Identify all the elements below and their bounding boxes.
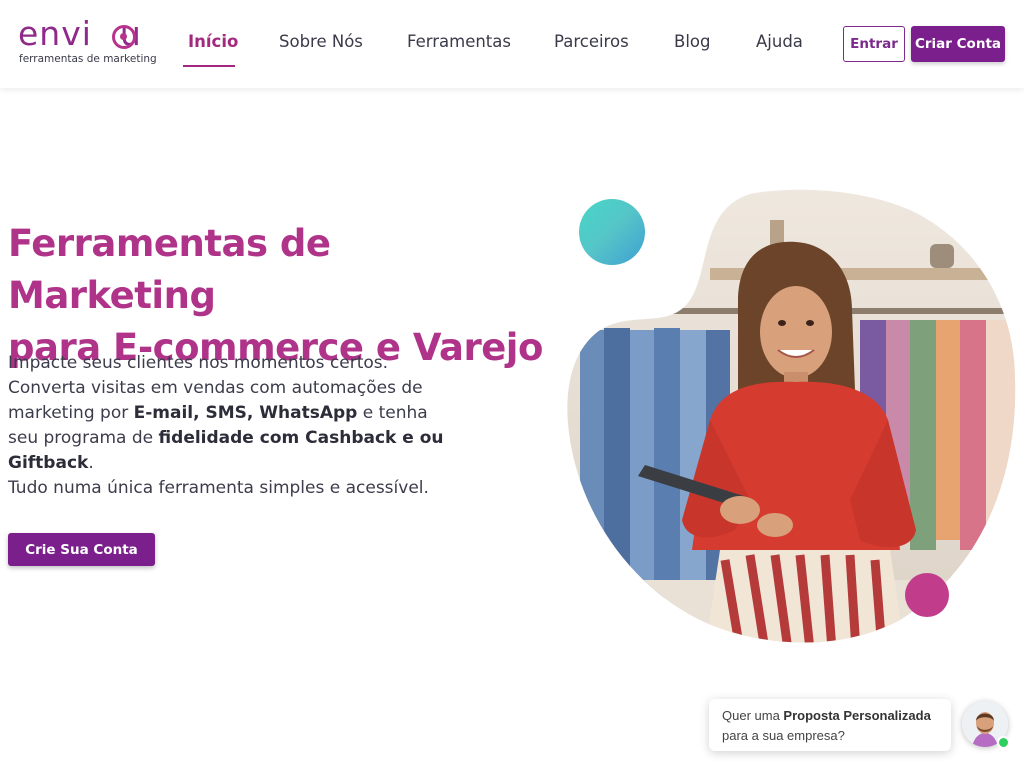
nav-item-ajuda[interactable]: Ajuda [756, 32, 803, 51]
chat-text-prefix: Quer uma [722, 708, 784, 723]
nav-item-ferramentas[interactable]: Ferramentas [407, 32, 511, 51]
logo-ring-icon [112, 25, 136, 49]
site-header: envi u ferramentas de marketing Início So… [0, 0, 1024, 88]
nav-item-parceiros[interactable]: Parceiros [554, 32, 629, 51]
nav-item-inicio[interactable]: Início [188, 32, 238, 51]
online-status-indicator [997, 736, 1010, 749]
decorative-teal-circle [579, 199, 645, 265]
nav-item-sobre-nos[interactable]: Sobre Nós [279, 32, 363, 51]
hero-text-part-3: . [88, 453, 94, 473]
chat-proposal-bubble[interactable]: Quer uma Proposta Personalizada para a s… [709, 699, 951, 751]
hero-title-line-1: Ferramentas de Marketing [8, 222, 331, 317]
chat-text-suffix: para a sua empresa? [722, 728, 845, 743]
nav-item-blog[interactable]: Blog [674, 32, 710, 51]
signup-button[interactable]: Criar Conta [911, 26, 1005, 62]
decorative-pink-circle [905, 573, 949, 617]
nav-active-indicator [183, 65, 235, 67]
hero-text-last-line: Tudo numa única ferramenta simples e ace… [8, 478, 429, 498]
hero-text-channels: E-mail, SMS, WhatsApp [133, 403, 358, 423]
login-button[interactable]: Entrar [843, 26, 905, 62]
create-account-cta-button[interactable]: Crie Sua Conta [8, 533, 155, 566]
logo-tagline: ferramentas de marketing [19, 53, 157, 65]
envious-logo[interactable]: envi u ferramentas de marketing [18, 14, 158, 70]
hero-description: Impacte seus clientes nos momentos certo… [8, 351, 448, 501]
chat-text-bold: Proposta Personalizada [783, 708, 931, 723]
hero-text-line-1: Impacte seus clientes nos momentos certo… [8, 353, 389, 373]
